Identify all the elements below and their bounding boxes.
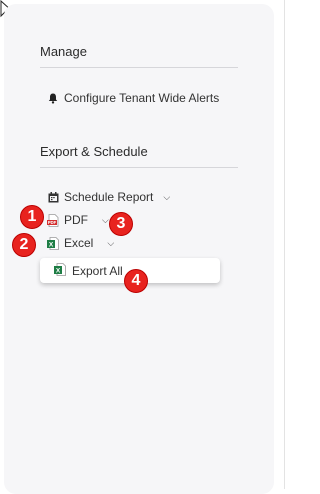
export-schedule-heading: Export & Schedule [40, 144, 148, 159]
pdf-export-dropdown[interactable]: PDF PDF ⌵ [46, 213, 109, 227]
scrollbar-track [284, 0, 285, 489]
svg-text:PDF: PDF [48, 220, 57, 225]
svg-text:X: X [49, 241, 54, 248]
chevron-down-icon: ⌵ [102, 214, 109, 225]
schedule-report-label: Schedule Report [64, 190, 154, 204]
export-all-label: Export All [72, 264, 123, 278]
excel-label: Excel [64, 236, 94, 250]
schedule-report-dropdown[interactable]: Schedule Report ⌵ [46, 190, 170, 204]
bell-icon [46, 91, 60, 105]
svg-text:X: X [56, 268, 61, 275]
annotation-badge-2: 2 [12, 233, 36, 257]
export-divider [40, 167, 238, 168]
pdf-label: PDF [64, 213, 88, 227]
configure-alerts-label: Configure Tenant Wide Alerts [64, 91, 220, 105]
side-panel: Manage Configure Tenant Wide Alerts Expo… [4, 4, 274, 494]
configure-alerts-link[interactable]: Configure Tenant Wide Alerts [46, 91, 219, 105]
excel-file-icon: X [46, 236, 60, 250]
annotation-badge-3: 3 [109, 212, 133, 236]
chevron-down-icon: ⌵ [163, 191, 171, 202]
manage-divider [40, 67, 238, 68]
annotation-badge-1: 1 [20, 205, 44, 229]
annotation-badge-4: 4 [124, 269, 148, 293]
chevron-down-icon: ⌵ [107, 237, 115, 248]
manage-heading: Manage [40, 44, 87, 59]
excel-file-icon: X [54, 263, 66, 279]
excel-export-dropdown[interactable]: X Excel ⌵ [46, 236, 114, 250]
calendar-icon [46, 190, 60, 204]
pdf-file-icon: PDF [46, 213, 60, 227]
export-all-menu-item[interactable]: X Export All [54, 263, 123, 279]
